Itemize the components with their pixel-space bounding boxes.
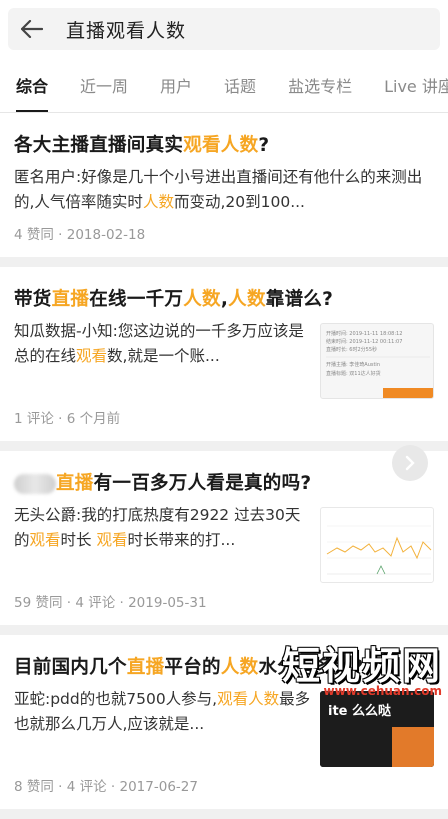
watermark-brand: 短视频网 xyxy=(281,644,442,688)
title-highlight: 人数 xyxy=(183,289,221,310)
title-highlight: 直播 xyxy=(51,289,90,310)
result-meta: 59 赞同 · 4 评论 · 2019-05-31 xyxy=(14,595,207,611)
result-meta: 8 赞同 · 4 评论 · 2017-06-27 xyxy=(14,779,198,795)
excerpt-text: 亚蛇:pdd的也就7500人参与, xyxy=(14,690,218,708)
title-highlight: 人数 xyxy=(220,657,259,678)
result-title[interactable]: 直播有一百多万人看是真的吗? xyxy=(14,451,434,497)
excerpt-highlight: 观看 xyxy=(29,531,61,549)
title-highlight: 直播 xyxy=(56,473,94,494)
tab-topics[interactable]: 话题 xyxy=(208,62,272,112)
excerpt-text: 而变动,20到100... xyxy=(173,193,305,211)
tab-comprehensive[interactable]: 综合 xyxy=(0,62,64,112)
chevron-right-icon[interactable] xyxy=(392,445,428,481)
result-excerpt: 知瓜数据-小知:您这边说的一千多万应该是总的在线观看数,就是一个账... xyxy=(14,319,312,399)
watermark: 短视频网 www.cehuan.com xyxy=(282,635,442,698)
result-card[interactable]: 带货直播在线一千万人数,人数靠谱么? 知瓜数据-小知:您这边说的一千多万应该是总… xyxy=(0,267,448,441)
excerpt-text: 数,就是一个账... xyxy=(107,347,220,365)
title-highlight: 直播 xyxy=(126,657,165,678)
filter-tabs: 综合 近一周 用户 话题 盐选专栏 Live 讲座 xyxy=(0,62,448,113)
result-thumbnail[interactable]: 开播时间: 2019-11-11 18:08:12 结束时间: 2019-11-… xyxy=(320,323,434,399)
result-excerpt: 亚蛇:pdd的也就7500人参与,观看人数最多也就那么几万人,应该就是... xyxy=(14,687,312,767)
result-meta: 1 评论 · 6 个月前 xyxy=(14,411,121,427)
excerpt-highlight: 人数 xyxy=(142,193,174,211)
active-tab-underline xyxy=(16,110,49,112)
result-card[interactable]: 各大主播直播间真实观看人数? 匿名用户:好像是几十个小号进出直播间还有他什么的来… xyxy=(0,113,448,257)
top-bar: 直播观看人数 xyxy=(0,0,448,62)
result-title[interactable]: 各大主播直播间真实观看人数? xyxy=(14,113,434,159)
title-highlight: 人数 xyxy=(228,289,266,310)
title-text: 在线一千万 xyxy=(89,289,184,310)
blurred-avatar xyxy=(14,474,56,494)
thumb-line: 直播时长: 6时2分55秒 xyxy=(326,346,377,353)
excerpt-highlight: 观看 xyxy=(96,531,128,549)
excerpt-highlight: 观看 xyxy=(76,347,108,365)
tab-salt-column[interactable]: 盐选专栏 xyxy=(272,62,368,112)
result-excerpt: 匿名用户:好像是几十个小号进出直播间还有他什么的来测出的,人气倍率随实时人数而变… xyxy=(14,165,434,215)
title-text: 平台的 xyxy=(164,657,221,678)
excerpt-text: 时长带来的打... xyxy=(127,531,236,549)
result-card[interactable]: 直播有一百多万人看是真的吗? 无头公爵:我的打底热度有2922 过去30天的观看… xyxy=(0,445,448,625)
thumb-text: ite 么么哒 xyxy=(328,703,392,719)
results-list: 各大主播直播间真实观看人数? 匿名用户:好像是几十个小号进出直播间还有他什么的来… xyxy=(0,113,448,819)
thumb-orange-block xyxy=(392,727,434,767)
result-thumbnail[interactable]: ite 么么哒 xyxy=(320,691,434,767)
title-text: 有一百多万人看是真的吗? xyxy=(93,473,312,494)
title-text: 各大主播直播间真实 xyxy=(14,135,184,156)
excerpt-highlight: 观看人数 xyxy=(217,690,280,708)
title-highlight: 观看人数 xyxy=(183,135,259,156)
title-text: ? xyxy=(258,135,270,156)
search-box[interactable]: 直播观看人数 xyxy=(8,8,440,50)
search-query-text[interactable]: 直播观看人数 xyxy=(66,16,186,43)
title-text: 带货 xyxy=(14,289,52,310)
back-arrow-icon[interactable] xyxy=(8,8,56,50)
thumb-line: 直播标题: 双11达人好货 xyxy=(326,370,381,377)
thumb-line: 开播时间: 2019-11-11 18:08:12 xyxy=(326,330,402,337)
result-meta: 4 赞同 · 2018-02-18 xyxy=(14,227,146,243)
result-excerpt: 无头公爵:我的打底热度有2922 过去30天的观看时长 观看时长带来的打... xyxy=(14,503,312,583)
thumb-line: 结束时间: 2019-11-12 00:11:07 xyxy=(326,338,402,345)
title-text: 目前国内几个 xyxy=(14,657,127,678)
result-title[interactable]: 带货直播在线一千万人数,人数靠谱么? xyxy=(14,267,434,313)
title-text: 靠谱么? xyxy=(265,289,334,310)
result-thumbnail-chart[interactable] xyxy=(320,507,434,583)
thumb-line: 开播主播: 李佳琦Austin xyxy=(326,361,380,368)
tab-recent-week[interactable]: 近一周 xyxy=(64,62,144,112)
excerpt-text: 时长 xyxy=(60,531,97,549)
tab-users[interactable]: 用户 xyxy=(144,62,208,112)
thumb-orange-button xyxy=(383,388,433,398)
tab-live[interactable]: Live 讲座 xyxy=(368,62,448,112)
